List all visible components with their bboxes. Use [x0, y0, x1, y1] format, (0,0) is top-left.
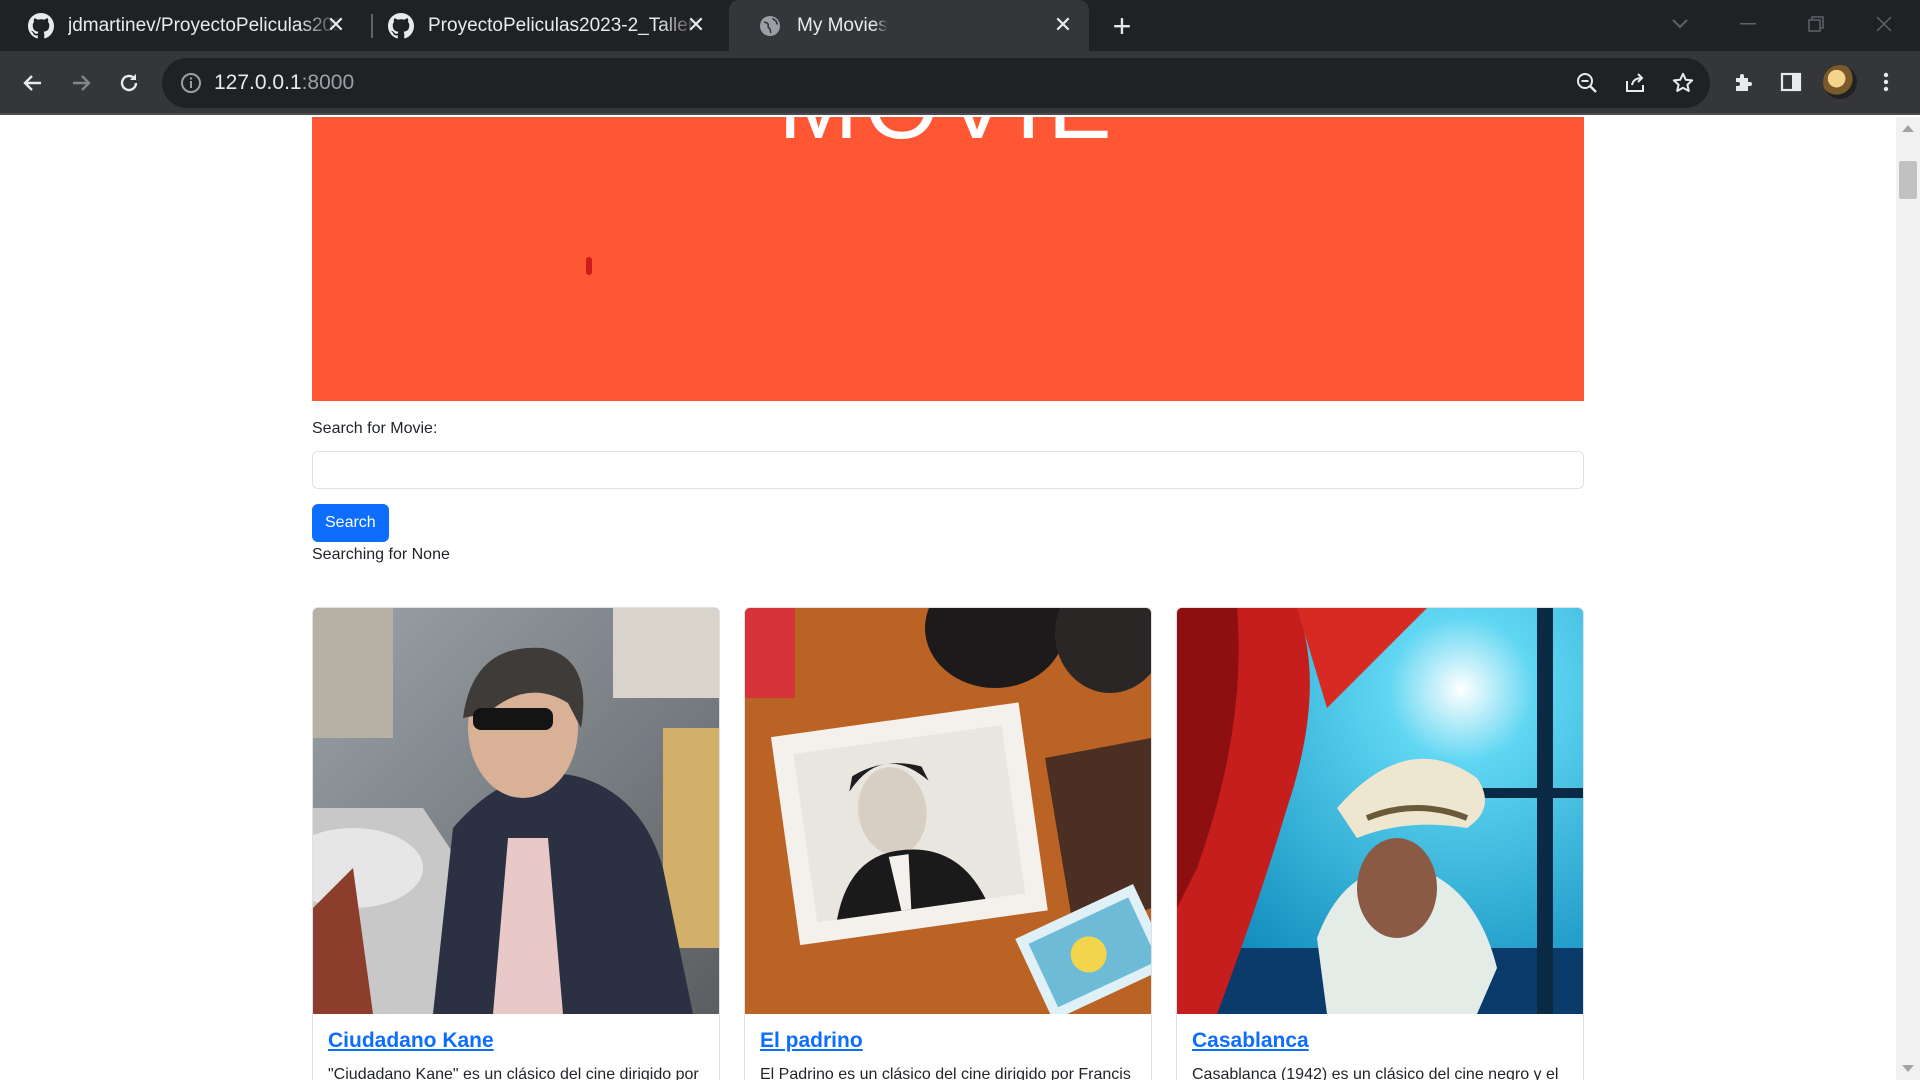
- zoom-out-icon[interactable]: [1574, 70, 1600, 96]
- share-icon[interactable]: [1622, 70, 1648, 96]
- restore-icon[interactable]: [1796, 6, 1836, 42]
- github-icon: [388, 12, 414, 39]
- text-cursor-icon: [586, 257, 592, 275]
- scroll-up-icon[interactable]: [1902, 125, 1914, 132]
- bookmark-star-icon[interactable]: [1670, 70, 1696, 96]
- movie-description: Casablanca (1942) es un clásico del cine…: [1192, 1066, 1559, 1080]
- movie-poster-image: [313, 608, 719, 1014]
- movie-card: Ciudadano Kane "Ciudadano Kane" es un cl…: [312, 607, 720, 1080]
- close-tab-icon[interactable]: ✕: [1051, 13, 1075, 37]
- movie-card: El padrino El Padrino es un clásico del …: [744, 607, 1152, 1080]
- new-tab-button[interactable]: +: [1105, 9, 1139, 43]
- movie-description: El Padrino es un clásico del cine dirigi…: [760, 1066, 1131, 1080]
- movie-title-link[interactable]: Ciudadano Kane: [328, 1029, 494, 1053]
- search-button[interactable]: Search: [312, 504, 389, 542]
- url-text: 127.0.0.1:8000: [214, 71, 354, 95]
- tab-github-repo[interactable]: jdmartinev/ProyectoPeliculas2023-2 ✕: [0, 0, 362, 51]
- movie-title-link[interactable]: Casablanca: [1192, 1029, 1309, 1053]
- extensions-icon[interactable]: [1727, 65, 1761, 99]
- search-label: Search for Movie:: [312, 420, 438, 437]
- github-icon: [28, 12, 54, 39]
- tab-my-movies[interactable]: My Movies ✕: [729, 0, 1089, 51]
- movie-card: Casablanca Casablanca (1942) es un clási…: [1176, 607, 1584, 1080]
- scroll-down-icon[interactable]: [1902, 1065, 1914, 1072]
- tab-title: jdmartinev/ProyectoPeliculas2023-2: [68, 14, 340, 36]
- page-viewport: MOVIE Search for Movie: Search Searching…: [0, 117, 1896, 1080]
- searching-status: Searching for None: [312, 546, 450, 563]
- close-window-icon[interactable]: [1864, 6, 1904, 42]
- search-input[interactable]: [312, 451, 1584, 489]
- back-button[interactable]: [13, 63, 53, 103]
- close-tab-icon[interactable]: ✕: [684, 13, 708, 37]
- movie-title-link[interactable]: El padrino: [760, 1029, 863, 1053]
- forward-button[interactable]: [61, 63, 101, 103]
- tab-title: ProyectoPeliculas2023-2_Taller3/: [428, 14, 700, 36]
- address-bar[interactable]: 127.0.0.1:8000: [162, 58, 1710, 108]
- url-host: 127.0.0.1: [214, 71, 302, 94]
- globe-icon: [757, 13, 783, 39]
- tab-github-taller[interactable]: ProyectoPeliculas2023-2_Taller3/ ✕: [360, 0, 722, 51]
- tab-title: My Movies: [797, 14, 888, 36]
- minimize-icon[interactable]: [1728, 6, 1768, 42]
- profile-avatar[interactable]: [1823, 65, 1857, 99]
- menu-kebab-icon[interactable]: [1869, 65, 1903, 99]
- hero-title: MOVIE: [312, 117, 1584, 161]
- tab-strip: jdmartinev/ProyectoPeliculas2023-2 ✕ Pro…: [0, 0, 1920, 51]
- movie-poster-image: [1177, 608, 1583, 1014]
- info-icon[interactable]: [179, 71, 203, 95]
- side-panel-icon[interactable]: [1774, 65, 1808, 99]
- reload-button[interactable]: [109, 63, 149, 103]
- movie-poster-image: [745, 608, 1151, 1014]
- browser-toolbar: 127.0.0.1:8000: [0, 51, 1920, 115]
- scrollbar-thumb[interactable]: [1899, 161, 1917, 199]
- tab-search-icon[interactable]: [1660, 6, 1700, 42]
- url-port: :8000: [301, 71, 355, 94]
- hero-banner: MOVIE: [312, 117, 1584, 401]
- close-tab-icon[interactable]: ✕: [324, 13, 348, 37]
- vertical-scrollbar[interactable]: [1896, 117, 1920, 1080]
- movie-description: "Ciudadano Kane" es un clásico del cine …: [328, 1066, 699, 1080]
